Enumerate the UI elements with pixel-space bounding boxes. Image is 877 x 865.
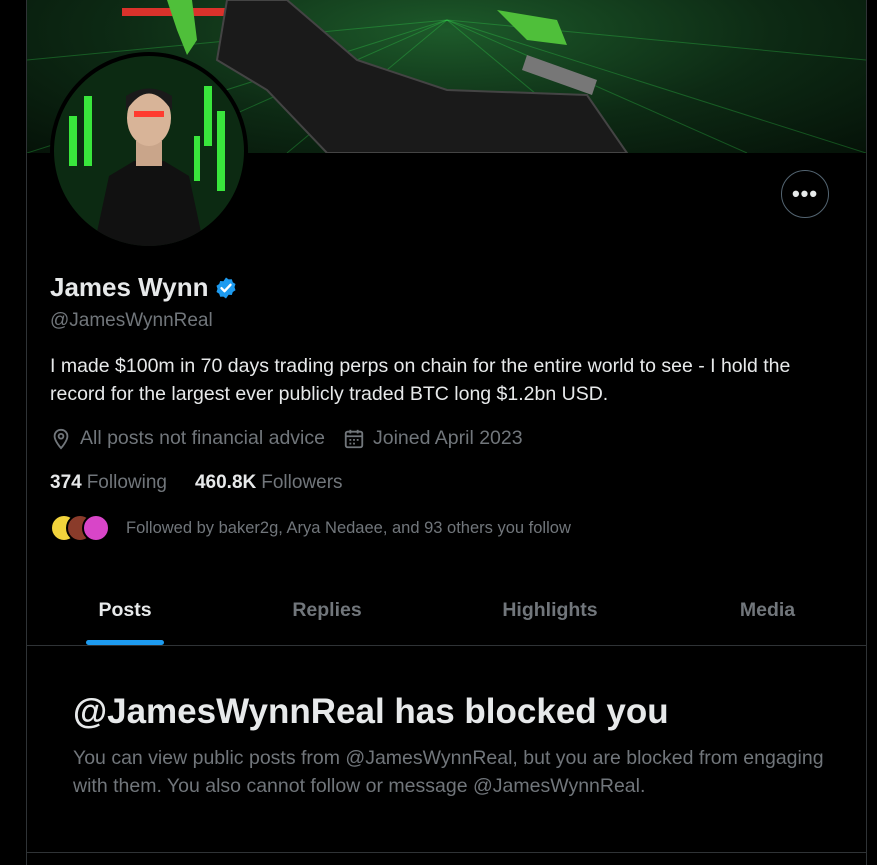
- location-text: All posts not financial advice: [80, 427, 325, 449]
- tab-label: Replies: [292, 598, 362, 621]
- following-link[interactable]: 374 Following: [50, 472, 167, 494]
- location-item: All posts not financial advice: [50, 427, 325, 450]
- joined-item: Joined April 2023: [343, 427, 523, 450]
- tab-posts[interactable]: Posts: [27, 575, 223, 645]
- tab-highlights[interactable]: Highlights: [431, 575, 669, 645]
- active-tab-indicator: [86, 640, 164, 645]
- joined-text: Joined April 2023: [372, 427, 523, 449]
- follow-stats: 374 Following 460.8K Followers: [50, 472, 371, 494]
- tab-replies[interactable]: Replies: [223, 575, 431, 645]
- avatar-image: [54, 56, 244, 246]
- tab-label: Media: [739, 598, 796, 621]
- followed-by-text: Followed by baker2g, Arya Nedaee, and 93…: [126, 518, 571, 537]
- profile-name: James Wynn: [50, 272, 209, 302]
- profile-tabs: Posts Replies Highlights Media: [27, 575, 866, 646]
- avatar[interactable]: [50, 52, 248, 250]
- follower-avatar: [82, 514, 110, 542]
- profile-column: ••• James Wynn @JamesWynnReal I made $10…: [26, 0, 867, 865]
- followed-by-row[interactable]: Followed by baker2g, Arya Nedaee, and 93…: [50, 514, 571, 542]
- verified-badge-icon[interactable]: [214, 276, 238, 300]
- more-icon: •••: [791, 181, 819, 206]
- followers-link[interactable]: 460.8K Followers: [195, 472, 343, 494]
- following-count: 374: [50, 472, 82, 493]
- profile-name-row: James Wynn: [50, 272, 238, 303]
- more-options-button[interactable]: •••: [781, 170, 829, 218]
- blocked-notice: @JamesWynnReal has blocked you You can v…: [73, 690, 833, 800]
- blocked-title: @JamesWynnReal has blocked you: [73, 692, 669, 731]
- calendar-icon: [344, 429, 364, 448]
- location-pin-icon: [53, 428, 69, 450]
- following-label: Following: [86, 472, 167, 493]
- tab-label: Highlights: [502, 598, 598, 621]
- followers-count: 460.8K: [194, 472, 257, 493]
- tab-label: Posts: [98, 598, 152, 621]
- tab-media[interactable]: Media: [669, 575, 866, 645]
- blocked-message: You can view public posts from @JamesWyn…: [73, 747, 824, 797]
- profile-meta: All posts not financial advice Joined Ap…: [50, 427, 541, 450]
- divider: [27, 852, 866, 853]
- profile-handle: @JamesWynnReal: [50, 310, 213, 331]
- followers-label: Followers: [261, 472, 343, 493]
- profile-bio: I made $100m in 70 days trading perps on…: [50, 355, 791, 405]
